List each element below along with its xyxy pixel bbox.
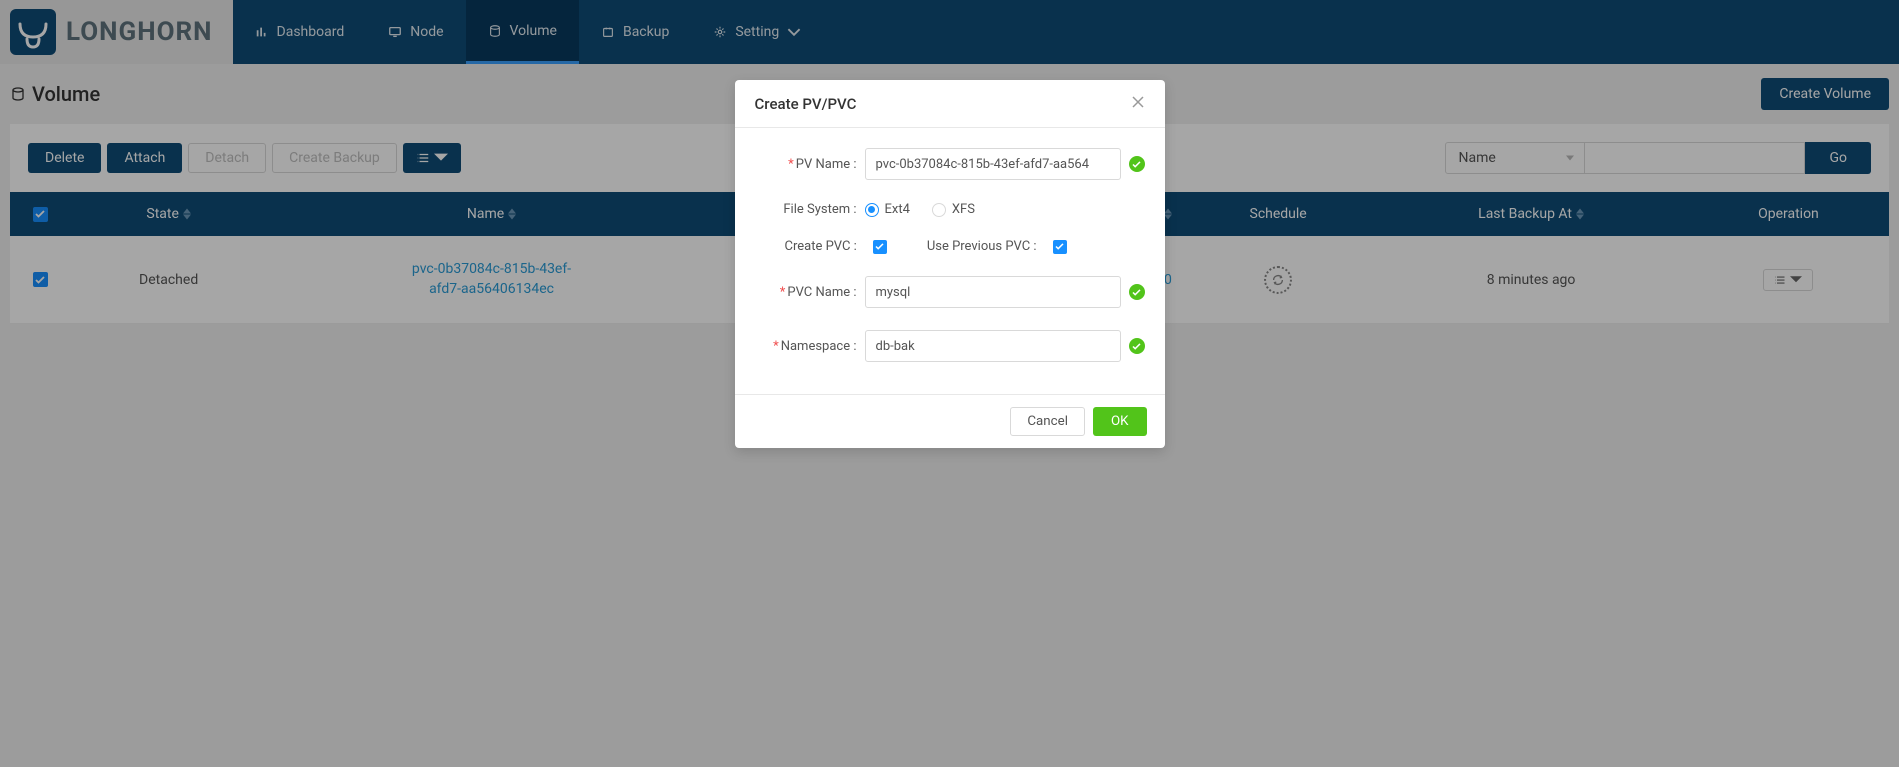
pvc-name-label: *PVC Name : [755,285,865,300]
valid-icon [1129,156,1145,172]
ok-button[interactable]: OK [1093,407,1147,436]
create-pvc-label: Create PVC : [785,239,865,254]
radio-checked-icon [865,203,879,217]
radio-ext4[interactable]: Ext4 [865,202,910,217]
namespace-input[interactable] [865,330,1121,362]
modal-title: Create PV/PVC [755,95,857,113]
use-previous-pvc-checkbox[interactable] [1053,240,1067,254]
valid-icon [1129,338,1145,354]
create-pvc-checkbox[interactable] [873,240,887,254]
filesystem-label: File System : [755,202,865,217]
use-previous-pvc-label: Use Previous PVC : [927,239,1045,254]
pvc-name-input[interactable] [865,276,1121,308]
radio-xfs[interactable]: XFS [932,202,975,217]
pv-name-input[interactable] [865,148,1121,180]
pv-name-label: *PV Name : [755,157,865,172]
valid-icon [1129,284,1145,300]
close-icon[interactable] [1131,94,1145,113]
cancel-button[interactable]: Cancel [1010,407,1085,436]
namespace-label: *Namespace : [755,339,865,354]
radio-unchecked-icon [932,203,946,217]
create-pv-pvc-modal: Create PV/PVC *PV Name : File System : E… [735,80,1165,448]
